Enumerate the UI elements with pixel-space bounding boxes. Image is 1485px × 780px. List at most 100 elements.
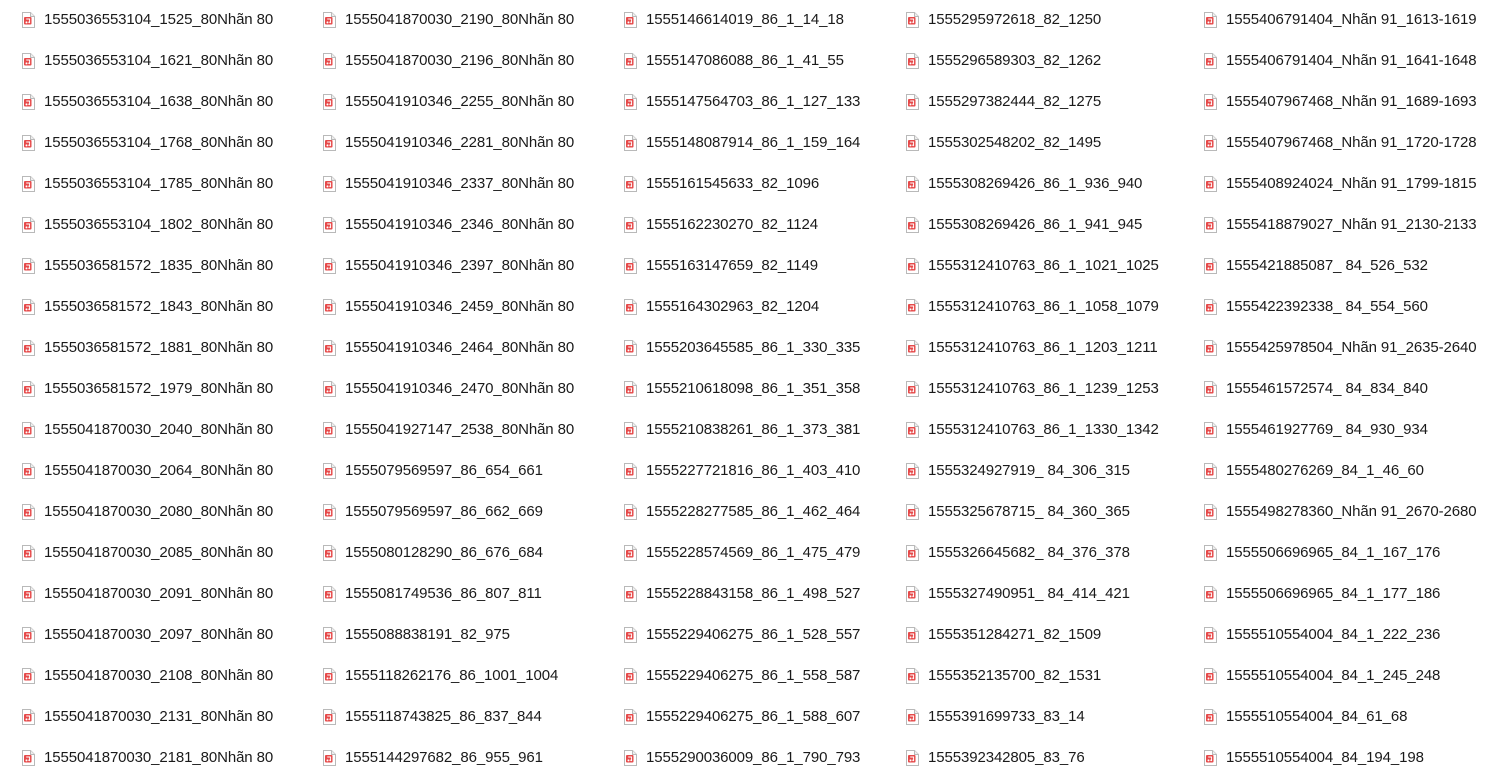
file-item[interactable]: 1555312410763_86_1_1203_1211 — [906, 336, 1158, 360]
file-item[interactable]: 1555407967468_Nhãn 91_1689-1693 — [1204, 90, 1477, 114]
file-item[interactable]: 1555041870030_2097_80Nhãn 80 — [22, 623, 273, 647]
file-name: 1555228277585_86_1_462_464 — [646, 503, 861, 520]
file-item[interactable]: 1555041870030_2181_80Nhãn 80 — [22, 746, 273, 770]
file-item[interactable]: 1555324927919_ 84_306_315 — [906, 459, 1130, 483]
file-item[interactable]: 1555041927147_2538_80Nhãn 80 — [323, 418, 574, 442]
file-item[interactable]: 1555041870030_2064_80Nhãn 80 — [22, 459, 273, 483]
file-item[interactable]: 1555036581572_1835_80Nhãn 80 — [22, 254, 273, 278]
file-item[interactable]: 1555422392338_ 84_554_560 — [1204, 295, 1428, 319]
file-item[interactable]: 1555312410763_86_1_1021_1025 — [906, 254, 1159, 278]
file-item[interactable]: 1555327490951_ 84_414_421 — [906, 582, 1130, 606]
file-item[interactable]: 1555229406275_86_1_558_587 — [624, 664, 860, 688]
file-item[interactable]: 1555418879027_Nhãn 91_2130-2133 — [1204, 213, 1477, 237]
file-item[interactable]: 1555041870030_2091_80Nhãn 80 — [22, 582, 273, 606]
file-item[interactable]: 1555163147659_82_1149 — [624, 254, 818, 278]
file-item[interactable]: 1555297382444_82_1275 — [906, 90, 1101, 114]
file-item[interactable]: 1555510554004_84_1_245_248 — [1204, 664, 1440, 688]
file-name: 1555498278360_Nhãn 91_2670-2680 — [1226, 503, 1477, 520]
file-item[interactable]: 1555407967468_Nhãn 91_1720-1728 — [1204, 131, 1477, 155]
file-item[interactable]: 1555498278360_Nhãn 91_2670-2680 — [1204, 500, 1477, 524]
file-item[interactable]: 1555164302963_82_1204 — [624, 295, 819, 319]
file-item[interactable]: 1555312410763_86_1_1058_1079 — [906, 295, 1159, 319]
file-item[interactable]: 1555227721816_86_1_403_410 — [624, 459, 860, 483]
file-item[interactable]: 1555406791404_Nhãn 91_1613-1619 — [1204, 8, 1477, 32]
file-item[interactable]: 1555325678715_ 84_360_365 — [906, 500, 1130, 524]
file-item[interactable]: 1555295972618_82_1250 — [906, 8, 1101, 32]
file-item[interactable]: 1555147086088_86_1_41_55 — [624, 49, 844, 73]
file-item[interactable]: 1555079569597_86_662_669 — [323, 500, 543, 524]
file-item[interactable]: 1555118262176_86_1001_1004 — [323, 664, 558, 688]
file-item[interactable]: 1555041910346_2470_80Nhãn 80 — [323, 377, 574, 401]
file-item[interactable]: 1555036581572_1843_80Nhãn 80 — [22, 295, 273, 319]
file-item[interactable]: 1555312410763_86_1_1330_1342 — [906, 418, 1159, 442]
file-item[interactable]: 1555036553104_1621_80Nhãn 80 — [22, 49, 273, 73]
file-item[interactable]: 1555312410763_86_1_1239_1253 — [906, 377, 1159, 401]
file-item[interactable]: 1555308269426_86_1_936_940 — [906, 172, 1142, 196]
file-item[interactable]: 1555079569597_86_654_661 — [323, 459, 543, 483]
file-item[interactable]: 1555421885087_ 84_526_532 — [1204, 254, 1428, 278]
file-item[interactable]: 1555041910346_2397_80Nhãn 80 — [323, 254, 574, 278]
file-item[interactable]: 1555326645682_ 84_376_378 — [906, 541, 1130, 565]
file-item[interactable]: 1555461572574_ 84_834_840 — [1204, 377, 1428, 401]
file-item[interactable]: 1555041870030_2196_80Nhãn 80 — [323, 49, 574, 73]
file-item[interactable]: 1555080128290_86_676_684 — [323, 541, 543, 565]
file-item[interactable]: 1555425978504_Nhãn 91_2635-2640 — [1204, 336, 1477, 360]
file-item[interactable]: 1555036553104_1768_80Nhãn 80 — [22, 131, 273, 155]
file-item[interactable]: 1555510554004_84_61_68 — [1204, 705, 1407, 729]
file-item[interactable]: 1555041870030_2040_80Nhãn 80 — [22, 418, 273, 442]
file-item[interactable]: 1555352135700_82_1531 — [906, 664, 1101, 688]
file-item[interactable]: 1555041870030_2190_80Nhãn 80 — [323, 8, 574, 32]
file-item[interactable]: 1555041870030_2080_80Nhãn 80 — [22, 500, 273, 524]
file-item[interactable]: 1555036553104_1525_80Nhãn 80 — [22, 8, 273, 32]
file-item[interactable]: 1555036553104_1802_80Nhãn 80 — [22, 213, 273, 237]
file-item[interactable]: 1555461927769_ 84_930_934 — [1204, 418, 1428, 442]
file-item[interactable]: 1555506696965_84_1_177_186 — [1204, 582, 1440, 606]
file-item[interactable]: 1555041910346_2281_80Nhãn 80 — [323, 131, 574, 155]
file-item[interactable]: 1555228574569_86_1_475_479 — [624, 541, 860, 565]
file-item[interactable]: 1555351284271_82_1509 — [906, 623, 1101, 647]
file-item[interactable]: 1555041910346_2346_80Nhãn 80 — [323, 213, 574, 237]
file-item[interactable]: 1555088838191_82_975 — [323, 623, 510, 647]
file-item[interactable]: 1555308269426_86_1_941_945 — [906, 213, 1142, 237]
file-item[interactable]: 1555296589303_82_1262 — [906, 49, 1101, 73]
file-item[interactable]: 1555480276269_84_1_46_60 — [1204, 459, 1424, 483]
file-item[interactable]: 1555041870030_2131_80Nhãn 80 — [22, 705, 273, 729]
file-item[interactable]: 1555041910346_2255_80Nhãn 80 — [323, 90, 574, 114]
file-item[interactable]: 1555506696965_84_1_167_176 — [1204, 541, 1440, 565]
file-item[interactable]: 1555210618098_86_1_351_358 — [624, 377, 860, 401]
file-item[interactable]: 1555118743825_86_837_844 — [323, 705, 542, 729]
file-item[interactable]: 1555228277585_86_1_462_464 — [624, 500, 860, 524]
file-item[interactable]: 1555036553104_1638_80Nhãn 80 — [22, 90, 273, 114]
file-name: 1555162230270_82_1124 — [646, 216, 818, 233]
file-item[interactable]: 1555147564703_86_1_127_133 — [624, 90, 860, 114]
file-item[interactable]: 1555148087914_86_1_159_164 — [624, 131, 860, 155]
file-item[interactable]: 1555290036009_86_1_790_793 — [624, 746, 860, 770]
file-item[interactable]: 1555228843158_86_1_498_527 — [624, 582, 860, 606]
file-item[interactable]: 1555391699733_83_14 — [906, 705, 1085, 729]
file-item[interactable]: 1555036553104_1785_80Nhãn 80 — [22, 172, 273, 196]
file-item[interactable]: 1555161545633_82_1096 — [624, 172, 819, 196]
file-item[interactable]: 1555036581572_1881_80Nhãn 80 — [22, 336, 273, 360]
file-item[interactable]: 1555081749536_86_807_811 — [323, 582, 542, 606]
file-item[interactable]: 1555041870030_2108_80Nhãn 80 — [22, 664, 273, 688]
file-item[interactable]: 1555210838261_86_1_373_381 — [624, 418, 860, 442]
file-item[interactable]: 1555302548202_82_1495 — [906, 131, 1101, 155]
file-item[interactable]: 1555162230270_82_1124 — [624, 213, 818, 237]
file-item[interactable]: 1555203645585_86_1_330_335 — [624, 336, 860, 360]
file-item[interactable]: 1555408924024_Nhãn 91_1799-1815 — [1204, 172, 1477, 196]
file-item[interactable]: 1555406791404_Nhãn 91_1641-1648 — [1204, 49, 1477, 73]
file-item[interactable]: 1555144297682_86_955_961 — [323, 746, 543, 770]
file-item[interactable]: 1555392342805_83_76 — [906, 746, 1085, 770]
file-item[interactable]: 1555229406275_86_1_588_607 — [624, 705, 860, 729]
audio-file-icon — [22, 381, 35, 397]
file-item[interactable]: 1555036581572_1979_80Nhãn 80 — [22, 377, 273, 401]
file-item[interactable]: 1555041910346_2464_80Nhãn 80 — [323, 336, 574, 360]
file-item[interactable]: 1555510554004_84_1_222_236 — [1204, 623, 1440, 647]
file-item[interactable]: 1555146614019_86_1_14_18 — [624, 8, 844, 32]
file-item[interactable]: 1555041870030_2085_80Nhãn 80 — [22, 541, 273, 565]
file-item[interactable]: 1555229406275_86_1_528_557 — [624, 623, 860, 647]
file-item[interactable]: 1555041910346_2337_80Nhãn 80 — [323, 172, 574, 196]
file-item[interactable]: 1555041910346_2459_80Nhãn 80 — [323, 295, 574, 319]
file-item[interactable]: 1555510554004_84_194_198 — [1204, 746, 1424, 770]
file-name: 1555041910346_2397_80Nhãn 80 — [345, 257, 575, 274]
